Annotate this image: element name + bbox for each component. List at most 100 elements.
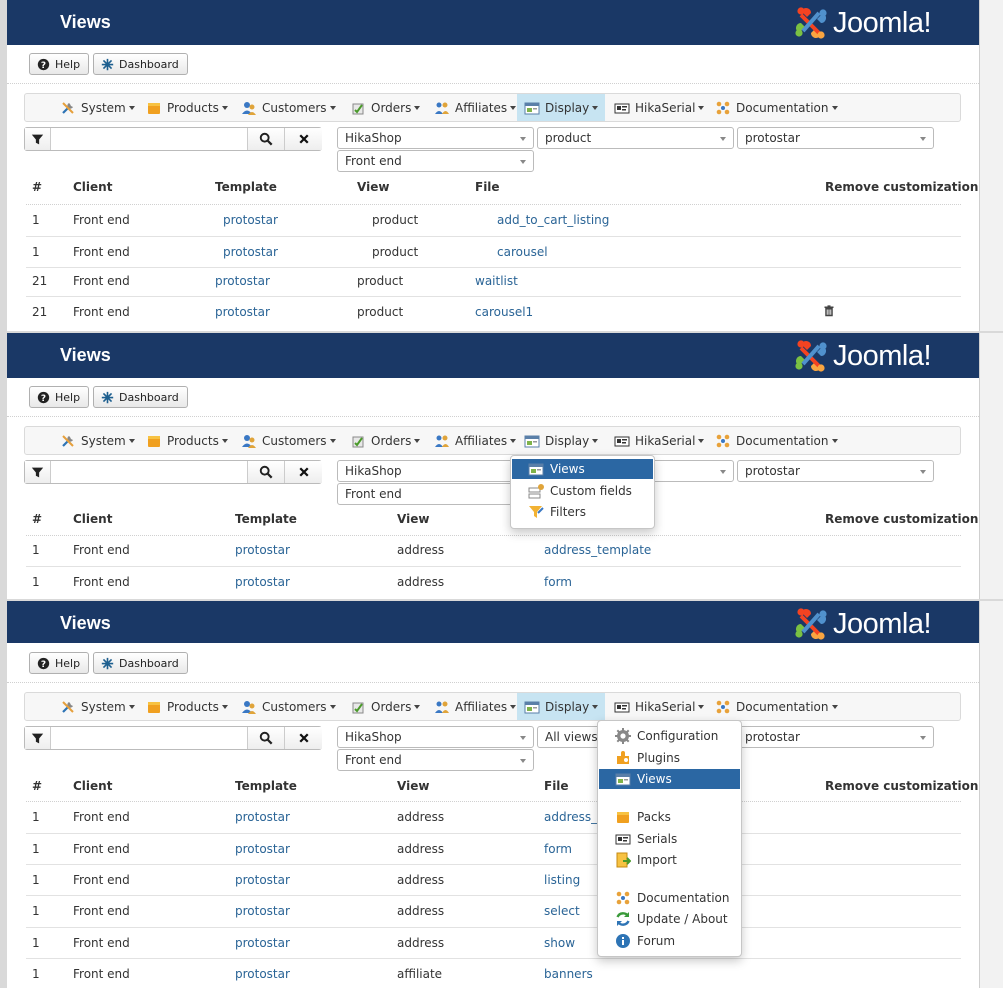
dropdown-item-import[interactable]: Import: [599, 850, 740, 870]
dropdown-item-plugins[interactable]: Plugins: [599, 748, 740, 768]
search-button[interactable]: [247, 461, 284, 483]
menu-affiliates[interactable]: Affiliates: [427, 94, 523, 121]
dropdown-item-configuration[interactable]: Configuration: [599, 726, 740, 746]
file-link[interactable]: address_template: [544, 543, 651, 557]
col-template[interactable]: Template: [235, 512, 297, 526]
menu-hikaserial[interactable]: HikaSerial: [607, 427, 711, 454]
col-file[interactable]: File: [544, 779, 569, 793]
client-select[interactable]: Front end: [337, 749, 534, 771]
col-client[interactable]: Client: [73, 512, 112, 526]
template-link[interactable]: protostar: [223, 213, 278, 227]
search-input[interactable]: [52, 128, 247, 150]
dropdown-item-update-about[interactable]: Update / About: [599, 909, 740, 929]
file-link[interactable]: carousel: [497, 245, 548, 259]
filter-button[interactable]: [25, 727, 51, 749]
file-link[interactable]: carousel1: [475, 305, 533, 319]
menu-orders[interactable]: Orders: [343, 94, 427, 121]
help-button[interactable]: Help: [29, 652, 90, 674]
search-input[interactable]: [52, 727, 247, 749]
col-file[interactable]: File: [475, 180, 500, 194]
menu-documentation[interactable]: Documentation: [708, 693, 845, 720]
menu-products[interactable]: Products: [139, 693, 235, 720]
dropdown-item-views[interactable]: Views: [512, 459, 653, 479]
menu-affiliates[interactable]: Affiliates: [427, 427, 523, 454]
menu-hikaserial[interactable]: HikaSerial: [607, 693, 711, 720]
menu-products[interactable]: Products: [139, 427, 235, 454]
client-select[interactable]: Front end: [337, 150, 534, 172]
col-num[interactable]: #: [32, 779, 42, 793]
dropdown-item-serials[interactable]: Serials: [599, 829, 740, 849]
template-link[interactable]: protostar: [235, 842, 290, 856]
menu-products[interactable]: Products: [139, 94, 235, 121]
menu-display[interactable]: Display: [517, 94, 606, 121]
template-select[interactable]: protostar: [737, 127, 934, 149]
col-num[interactable]: #: [32, 512, 42, 526]
dropdown-item-views[interactable]: Views: [599, 769, 740, 789]
menu-orders[interactable]: Orders: [343, 427, 427, 454]
template-select[interactable]: protostar: [737, 726, 934, 748]
menu-hikaserial[interactable]: HikaSerial: [607, 94, 711, 121]
template-link[interactable]: protostar: [223, 245, 278, 259]
help-button[interactable]: Help: [29, 53, 90, 75]
menu-documentation[interactable]: Documentation: [708, 427, 845, 454]
clear-button[interactable]: [284, 461, 322, 483]
view-select[interactable]: product: [537, 127, 734, 149]
component-select[interactable]: HikaShop: [337, 726, 534, 748]
client-select[interactable]: Front end: [337, 483, 534, 505]
joomla-logo[interactable]: Joomla!: [793, 5, 932, 41]
dropdown-item-filters[interactable]: Filters: [512, 502, 653, 522]
component-select[interactable]: HikaShop: [337, 460, 534, 482]
template-link[interactable]: protostar: [235, 575, 290, 589]
file-link[interactable]: show: [544, 936, 575, 950]
template-link[interactable]: protostar: [235, 810, 290, 824]
template-link[interactable]: protostar: [235, 543, 290, 557]
scrollbar[interactable]: [979, 601, 1003, 988]
menu-customers[interactable]: Customers: [234, 693, 343, 720]
template-link[interactable]: protostar: [215, 274, 270, 288]
menu-affiliates[interactable]: Affiliates: [427, 693, 523, 720]
menu-orders[interactable]: Orders: [343, 693, 427, 720]
template-link[interactable]: protostar: [235, 873, 290, 887]
col-template[interactable]: Template: [215, 180, 277, 194]
file-link[interactable]: listing: [544, 873, 580, 887]
dropdown-item-documentation[interactable]: Documentation: [599, 888, 740, 908]
scrollbar[interactable]: [979, 0, 1003, 331]
file-link[interactable]: form: [544, 842, 572, 856]
menu-display[interactable]: Display: [517, 427, 605, 454]
scrollbar[interactable]: [979, 333, 1003, 599]
clear-button[interactable]: [284, 727, 322, 749]
template-link[interactable]: protostar: [235, 967, 290, 981]
col-client[interactable]: Client: [73, 779, 112, 793]
col-client[interactable]: Client: [73, 180, 112, 194]
col-view[interactable]: View: [397, 512, 429, 526]
menu-system[interactable]: System: [53, 693, 142, 720]
template-link[interactable]: protostar: [235, 936, 290, 950]
file-link[interactable]: banners: [544, 967, 593, 981]
menu-display[interactable]: Display: [517, 693, 606, 720]
dashboard-button[interactable]: Dashboard: [93, 386, 188, 408]
search-button[interactable]: [247, 727, 284, 749]
joomla-logo[interactable]: Joomla!: [793, 338, 932, 374]
template-select[interactable]: protostar: [737, 460, 934, 482]
file-link[interactable]: add_to_cart_listing: [497, 213, 609, 227]
menu-documentation[interactable]: Documentation: [708, 94, 845, 121]
file-link[interactable]: select: [544, 904, 580, 918]
help-button[interactable]: Help: [29, 386, 90, 408]
col-template[interactable]: Template: [235, 779, 297, 793]
filter-button[interactable]: [25, 128, 51, 150]
filter-button[interactable]: [25, 461, 51, 483]
col-view[interactable]: View: [397, 779, 429, 793]
menu-customers[interactable]: Customers: [234, 427, 343, 454]
joomla-logo[interactable]: Joomla!: [793, 606, 932, 642]
search-input[interactable]: [52, 461, 247, 483]
dropdown-item-custom-fields[interactable]: Custom fields: [512, 481, 653, 501]
menu-system[interactable]: System: [53, 94, 142, 121]
col-view[interactable]: View: [357, 180, 389, 194]
col-num[interactable]: #: [32, 180, 42, 194]
clear-button[interactable]: [284, 128, 322, 150]
search-button[interactable]: [247, 128, 284, 150]
dropdown-item-packs[interactable]: Packs: [599, 807, 740, 827]
menu-customers[interactable]: Customers: [234, 94, 343, 121]
dashboard-button[interactable]: Dashboard: [93, 53, 188, 75]
file-link[interactable]: waitlist: [475, 274, 518, 288]
